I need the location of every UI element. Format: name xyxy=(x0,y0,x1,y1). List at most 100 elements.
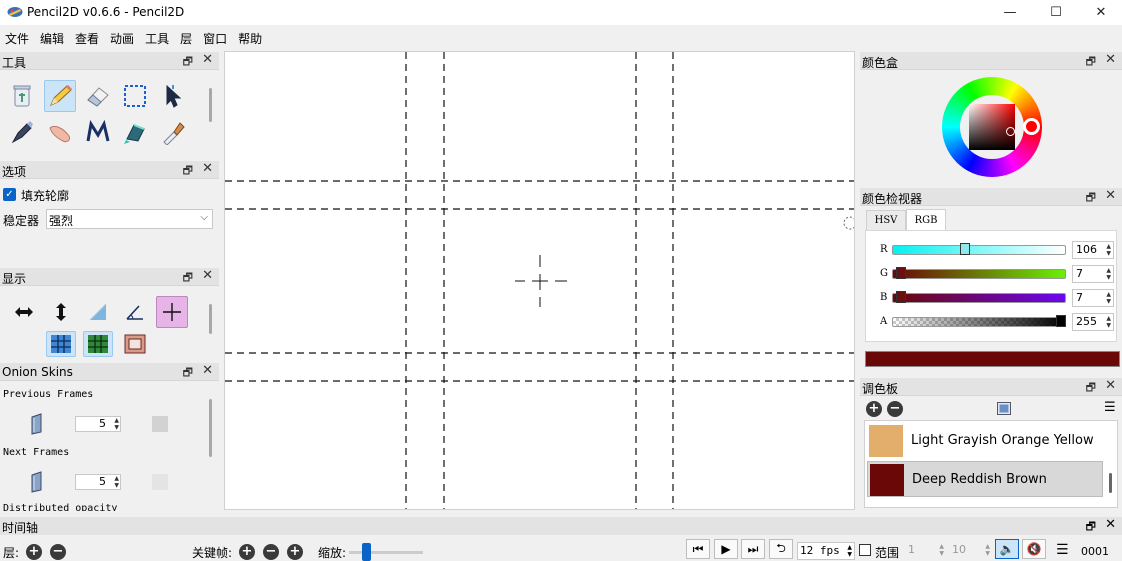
float-icon[interactable]: 🗗 xyxy=(183,269,193,288)
spin-arrows-icon[interactable]: ▲ ▼ xyxy=(847,544,852,558)
close-panel-icon[interactable]: ✕ xyxy=(202,161,213,176)
zoom-slider-thumb[interactable] xyxy=(362,543,371,561)
float-icon[interactable]: 🗗 xyxy=(183,364,193,383)
add-color-button[interactable]: + xyxy=(866,401,882,417)
blue-value-spinbox[interactable]: 7 ▲ ▼ xyxy=(1072,289,1114,307)
green-slider[interactable] xyxy=(892,269,1066,279)
timeline-menu-icon[interactable]: ☰ xyxy=(1056,542,1069,558)
close-panel-icon[interactable]: ✕ xyxy=(1105,517,1116,532)
pen-tool-button[interactable] xyxy=(6,116,38,148)
palette-scrollbar[interactable] xyxy=(1109,473,1112,493)
maximize-button[interactable]: ☐ xyxy=(1033,0,1079,25)
green-value-spinbox[interactable]: 7 ▲ ▼ xyxy=(1072,265,1114,283)
spin-arrows-icon[interactable]: ▲ ▼ xyxy=(1106,291,1111,305)
float-icon[interactable]: 🗗 xyxy=(183,53,193,72)
flip-horizontal-button[interactable] xyxy=(8,296,40,328)
menu-file[interactable]: 文件 xyxy=(0,27,35,49)
next-color-toggle[interactable] xyxy=(152,474,168,490)
menu-view[interactable]: 查看 xyxy=(70,27,105,49)
grid-a-button[interactable] xyxy=(46,331,76,357)
hue-picker-handle[interactable] xyxy=(1023,118,1040,135)
float-icon[interactable]: 🗗 xyxy=(1086,518,1096,537)
stabilizer-select[interactable]: 强烈 ⌵ xyxy=(46,209,213,229)
bucket-tool-button[interactable] xyxy=(119,116,151,148)
grid-b-button[interactable] xyxy=(83,331,113,357)
sound-mute-button[interactable]: 🔇 xyxy=(1022,539,1046,559)
range-checkbox[interactable] xyxy=(859,544,871,556)
spin-arrows-icon[interactable]: ▲ ▼ xyxy=(114,417,119,431)
red-value-spinbox[interactable]: 106 ▲ ▼ xyxy=(1072,241,1114,259)
spin-arrows-icon[interactable]: ▲ ▼ xyxy=(114,475,119,489)
palette-item-selected[interactable]: Deep Reddish Brown xyxy=(867,461,1103,497)
float-icon[interactable]: 🗗 xyxy=(1086,379,1096,398)
spin-arrows-icon[interactable]: ▲ ▼ xyxy=(1106,243,1111,257)
tools-scrollbar[interactable] xyxy=(209,88,212,122)
remove-keyframe-button[interactable]: − xyxy=(263,544,279,560)
onion-scrollbar[interactable] xyxy=(209,399,212,457)
close-panel-icon[interactable]: ✕ xyxy=(1105,378,1116,393)
spin-arrows-icon[interactable]: ▲ ▼ xyxy=(985,543,990,557)
add-keyframe-button[interactable]: + xyxy=(239,544,255,560)
previous-onion-icon[interactable] xyxy=(30,413,44,435)
alpha-slider[interactable] xyxy=(892,317,1066,327)
menu-tools[interactable]: 工具 xyxy=(140,27,175,49)
float-icon[interactable]: 🗗 xyxy=(1086,189,1096,208)
close-button[interactable]: ✕ xyxy=(1078,0,1122,25)
previous-frames-spinbox[interactable]: 5 ▲ ▼ xyxy=(75,416,121,432)
tab-rgb[interactable]: RGB xyxy=(906,209,946,231)
spin-arrows-icon[interactable]: ▲ ▼ xyxy=(1106,267,1111,281)
sv-picker-handle[interactable] xyxy=(1006,127,1015,136)
palette-menu-icon[interactable]: ☰ xyxy=(1104,400,1116,415)
pencil-tool-button[interactable] xyxy=(44,80,76,112)
close-panel-icon[interactable]: ✕ xyxy=(202,268,213,283)
center-cross-button[interactable] xyxy=(156,296,188,328)
float-icon[interactable]: 🗗 xyxy=(1086,53,1096,72)
blue-slider-thumb[interactable] xyxy=(896,291,907,303)
perspective-button[interactable] xyxy=(119,296,151,328)
play-button[interactable]: ▶ xyxy=(714,539,738,559)
range-end-spinbox[interactable]: 10 ▲ ▼ xyxy=(950,542,992,560)
menu-window[interactable]: 窗口 xyxy=(198,27,233,49)
spin-arrows-icon[interactable]: ▲ ▼ xyxy=(939,543,944,557)
hue-ring[interactable] xyxy=(942,77,1042,177)
tab-hsv[interactable]: HSV xyxy=(866,210,906,230)
spin-arrows-icon[interactable]: ▲ ▼ xyxy=(1106,315,1111,329)
flip-vertical-button[interactable] xyxy=(45,296,77,328)
alpha-slider-thumb[interactable] xyxy=(1056,315,1066,327)
jump-start-button[interactable]: ⏮ xyxy=(686,539,710,559)
close-panel-icon[interactable]: ✕ xyxy=(202,363,213,378)
overlay-button[interactable] xyxy=(82,296,114,328)
fps-spinbox[interactable]: 12 fps ▲ ▼ xyxy=(797,542,855,560)
drawing-canvas[interactable] xyxy=(224,51,855,510)
polyline-tool-button[interactable] xyxy=(82,116,114,148)
display-scrollbar[interactable] xyxy=(209,304,212,334)
palette-item[interactable]: Light Grayish Orange Yellow xyxy=(867,423,1103,459)
red-slider[interactable] xyxy=(892,245,1066,255)
sound-on-button[interactable]: 🔈 xyxy=(995,539,1019,559)
menu-layer[interactable]: 层 xyxy=(175,27,198,49)
fill-contour-checkbox[interactable]: ✓ xyxy=(3,188,16,201)
previous-color-toggle[interactable] xyxy=(152,416,168,432)
green-slider-thumb[interactable] xyxy=(896,267,907,279)
zoom-slider[interactable] xyxy=(349,551,423,554)
eraser-tool-button[interactable] xyxy=(82,80,114,112)
close-panel-icon[interactable]: ✕ xyxy=(202,52,213,67)
next-frames-spinbox[interactable]: 5 ▲ ▼ xyxy=(75,474,121,490)
camera-border-button[interactable] xyxy=(120,331,150,357)
remove-layer-button[interactable]: − xyxy=(50,544,66,560)
duplicate-keyframe-button[interactable]: + xyxy=(287,544,303,560)
move-tool-button[interactable] xyxy=(157,80,189,112)
menu-animation[interactable]: 动画 xyxy=(105,27,140,49)
loop-button[interactable]: ⮌ xyxy=(769,539,793,559)
select-tool-button[interactable] xyxy=(119,80,151,112)
alpha-value-spinbox[interactable]: 255 ▲ ▼ xyxy=(1072,313,1114,331)
menu-help[interactable]: 帮助 xyxy=(233,27,268,49)
remove-color-button[interactable]: − xyxy=(887,401,903,417)
blue-slider[interactable] xyxy=(892,293,1066,303)
smudge-tool-button[interactable] xyxy=(44,116,76,148)
jump-end-button[interactable]: ⏭ xyxy=(741,539,765,559)
close-panel-icon[interactable]: ✕ xyxy=(1105,52,1116,67)
red-slider-thumb[interactable] xyxy=(960,243,971,255)
add-layer-button[interactable]: + xyxy=(26,544,42,560)
eyedropper-tool-button[interactable] xyxy=(157,116,189,148)
